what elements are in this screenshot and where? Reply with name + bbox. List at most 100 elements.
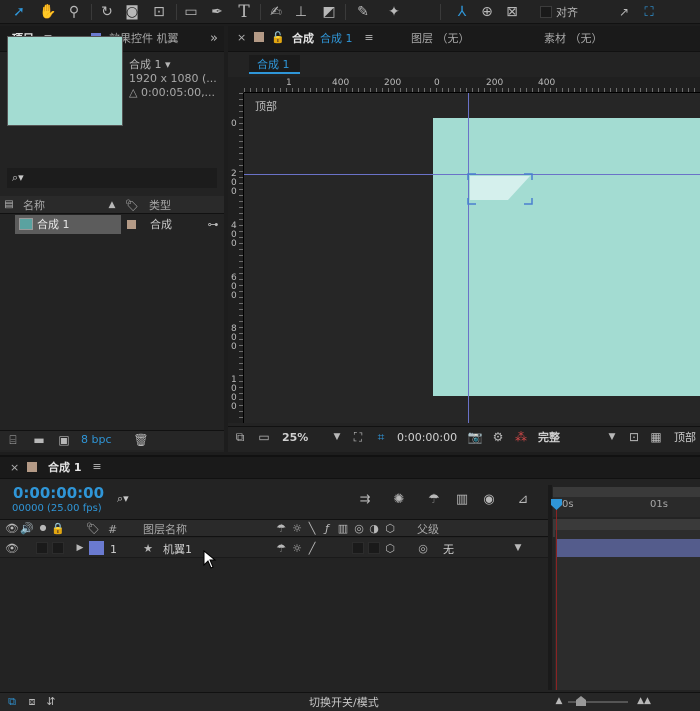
panel-overflow-icon[interactable]: » <box>206 30 222 46</box>
column-name[interactable]: 名称 <box>23 200 45 211</box>
frame-blending-icon[interactable]: ▥ <box>453 490 471 508</box>
comp-menu-icon[interactable]: ≡ <box>362 30 376 44</box>
playhead-line[interactable] <box>556 500 557 690</box>
pan-behind-tool-icon[interactable]: ⊡ <box>149 3 169 21</box>
rotate-tool-icon[interactable]: ↻ <box>98 3 116 21</box>
zoom-tool-icon[interactable]: ⚲ <box>65 3 83 21</box>
new-folder-icon[interactable]: ▬ <box>30 432 48 448</box>
eraser-tool-icon[interactable]: ◩ <box>318 3 340 21</box>
modes-pane-icon[interactable]: ⧈ <box>25 694 39 708</box>
trash-icon[interactable]: 🗑 <box>132 432 150 448</box>
layer-adjustment-toggle[interactable] <box>368 542 380 554</box>
local-axis-icon[interactable]: ⅄ <box>453 3 471 21</box>
lock-icon[interactable]: 🔓 <box>271 30 285 44</box>
layer-3d-switch-icon[interactable]: ⬡ <box>383 541 397 555</box>
fast-previews-icon[interactable]: ⊡ <box>626 429 642 445</box>
type-tool-icon[interactable]: T <box>235 2 253 22</box>
resolution-dropdown[interactable]: 完整 <box>538 432 560 443</box>
camera-tool-icon[interactable]: ◙ <box>122 3 142 21</box>
comp-tab-name[interactable]: 合成 1 <box>320 33 353 44</box>
resolution-dropdown-arrow-icon[interactable]: ▼ <box>606 430 618 444</box>
layer-shy-switch-icon[interactable]: ☂ <box>274 541 288 555</box>
column-type[interactable]: 类型 <box>149 200 171 211</box>
timeline-search-icon[interactable]: ⌕▾ <box>117 493 129 504</box>
lock-switch-icon[interactable]: 🔒 <box>51 521 65 535</box>
layer-duration-bar[interactable] <box>556 539 700 557</box>
3d-layer-column-icon[interactable]: ⬡ <box>383 521 397 535</box>
world-axis-icon[interactable]: ⊕ <box>478 3 496 21</box>
pen-tool-icon[interactable]: ✒ <box>208 3 226 21</box>
timeline-menu-icon[interactable]: ≡ <box>90 459 104 473</box>
zoom-in-time-icon[interactable]: ▲▲ <box>634 695 654 707</box>
layer-switches-pane-icon[interactable]: ⧉ <box>5 694 19 708</box>
tab-layer[interactable]: 图层 （无） <box>411 33 470 44</box>
rectangle-tool-icon[interactable]: ▭ <box>182 3 200 21</box>
column-layer-name[interactable]: 图层名称 <box>143 524 187 535</box>
label-column-icon[interactable]: 🏷 <box>86 521 100 535</box>
parent-dropdown-arrow-icon[interactable]: ▼ <box>512 542 524 554</box>
viewer-timecode[interactable]: 0:00:00:00 <box>397 432 457 443</box>
solo-switch-icon[interactable]: ● <box>36 521 50 535</box>
new-comp-icon[interactable]: ▣ <box>54 432 74 448</box>
layer-expand-chevron-icon[interactable]: ▶ <box>74 541 86 555</box>
layer-label-color[interactable] <box>89 541 104 555</box>
video-switch-icon[interactable]: 👁 <box>5 521 19 535</box>
collapse-column-icon[interactable]: ☼ <box>290 521 304 535</box>
motion-blur-column-icon[interactable]: ◎ <box>352 521 366 535</box>
roto-brush-tool-icon[interactable]: ✎ <box>352 3 374 21</box>
show-snapshot-icon[interactable]: ⚙ <box>489 429 507 445</box>
item-label-swatch[interactable] <box>127 220 136 229</box>
in-out-pane-icon[interactable]: ⇵ <box>44 694 58 708</box>
layer-solo-toggle[interactable] <box>36 542 48 554</box>
region-of-interest-icon[interactable]: ⌗ <box>372 429 390 445</box>
hide-shy-layers-icon[interactable]: ☂ <box>425 490 443 508</box>
transparency-grid-icon[interactable]: ▦ <box>648 429 664 445</box>
monitor-icon[interactable]: ▭ <box>255 429 273 445</box>
timeline-close-icon[interactable]: × <box>10 462 19 473</box>
motion-blur-icon[interactable]: ◉ <box>480 490 498 508</box>
view-dropdown[interactable]: 顶部 <box>674 432 696 443</box>
clone-stamp-tool-icon[interactable]: ⊥ <box>292 3 310 21</box>
selection-tool-icon[interactable]: ➚ <box>10 3 28 21</box>
vertical-guide[interactable] <box>468 93 469 423</box>
layer-motion-blur-toggle[interactable] <box>352 542 364 554</box>
frame-blend-column-icon[interactable]: ▥ <box>336 521 350 535</box>
view-axis-icon[interactable]: ⊠ <box>503 3 521 21</box>
flowchart-icon[interactable]: ⊶ <box>205 216 221 232</box>
puppet-tool-icon[interactable]: ✦ <box>385 3 403 21</box>
parent-pick-whip-icon[interactable]: ◎ <box>416 541 430 555</box>
column-number[interactable]: # <box>108 524 117 535</box>
fit-frame-icon[interactable]: ⛶ <box>349 429 367 445</box>
always-preview-icon[interactable]: ⧉ <box>232 429 248 445</box>
column-parent[interactable]: 父级 <box>417 524 439 535</box>
layer-lock-toggle[interactable] <box>52 542 64 554</box>
quality-column-icon[interactable]: ╲ <box>305 521 319 535</box>
channels-icon[interactable]: ⁂ <box>512 429 530 445</box>
composition-canvas[interactable] <box>433 118 700 396</box>
effect-column-icon[interactable]: ƒ <box>320 521 334 535</box>
draft-3d-icon[interactable]: ✺ <box>390 490 408 508</box>
interpret-footage-icon[interactable]: ⌸ <box>4 432 22 448</box>
hand-tool-icon[interactable]: ✋ <box>39 3 57 21</box>
align-checkbox[interactable] <box>540 6 552 18</box>
wing-layer-shape[interactable] <box>466 172 536 208</box>
layer-quality-switch-icon[interactable]: ╱ <box>305 541 319 555</box>
snapshot-icon[interactable]: 📷 <box>466 429 484 445</box>
label-tag-icon[interactable]: 🏷 <box>125 197 139 213</box>
sort-up-icon[interactable]: ▲ <box>106 198 118 212</box>
timeline-tab-name[interactable]: 合成 1 <box>48 462 81 473</box>
graph-editor-icon[interactable]: ⊿ <box>514 490 532 508</box>
snap-icon[interactable]: ⛶ <box>640 3 658 21</box>
zoom-dropdown-arrow-icon[interactable]: ▼ <box>331 430 343 444</box>
close-icon[interactable]: × <box>237 32 246 43</box>
layer-collapse-switch-icon[interactable]: ☼ <box>290 541 304 555</box>
project-search-input[interactable] <box>7 168 217 188</box>
current-time-display[interactable]: 0:00:00:00 <box>13 486 104 501</box>
shy-column-icon[interactable]: ☂ <box>274 521 288 535</box>
expand-icon[interactable]: ↗ <box>615 3 633 21</box>
adjustment-column-icon[interactable]: ◑ <box>367 521 381 535</box>
comp-tab-prefix[interactable]: 合成 <box>292 33 314 44</box>
comp-info-name[interactable]: 合成 1 ▾ <box>129 59 171 70</box>
zoom-dropdown[interactable]: 25% <box>282 432 308 443</box>
time-ruler[interactable] <box>553 497 700 517</box>
